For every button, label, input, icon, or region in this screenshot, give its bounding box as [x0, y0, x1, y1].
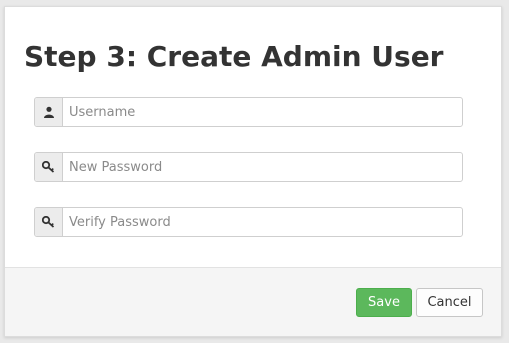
- new-password-input[interactable]: [63, 153, 462, 181]
- verify-password-input[interactable]: [63, 208, 462, 236]
- user-icon: [35, 98, 63, 126]
- dialog-body: Step 3: Create Admin User: [5, 7, 501, 269]
- save-button[interactable]: Save: [356, 288, 412, 317]
- username-field-group: [34, 97, 463, 127]
- dialog-title: Step 3: Create Admin User: [24, 40, 444, 73]
- key-icon: [35, 153, 63, 181]
- username-input[interactable]: [63, 98, 462, 126]
- verify-password-field-group: [34, 207, 463, 237]
- create-admin-dialog: Step 3: Create Admin User Username Save …: [4, 6, 502, 337]
- dialog-footer: Save Cancel: [5, 267, 501, 336]
- key-icon: [35, 208, 63, 236]
- cancel-button[interactable]: Cancel: [416, 288, 483, 317]
- new-password-field-group: [34, 152, 463, 182]
